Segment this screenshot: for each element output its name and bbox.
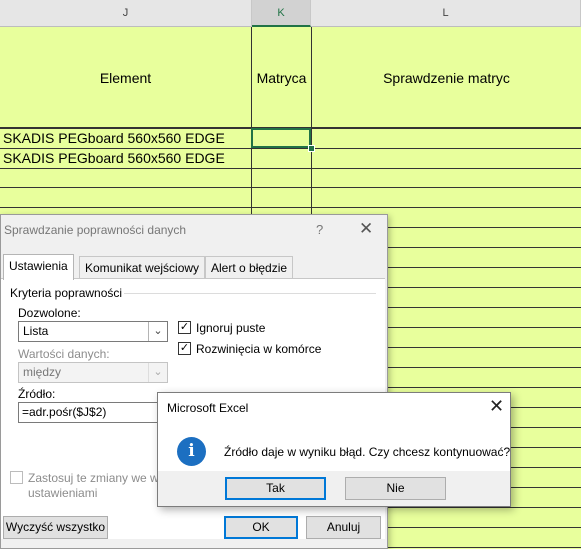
fill-handle[interactable]	[308, 145, 315, 152]
allow-label: Dozwolone:	[18, 306, 81, 320]
column-header-j[interactable]: J	[0, 0, 252, 27]
help-icon[interactable]: ?	[316, 222, 323, 237]
apply-all-label-line2: ustawieniami	[28, 486, 98, 500]
criteria-group-label: Kryteria poprawności	[10, 286, 123, 300]
in-cell-dropdown-label[interactable]: Rozwinięcia w komórce	[196, 342, 321, 356]
tab-settings[interactable]: Ustawienia	[3, 254, 74, 280]
dialog-title: Sprawdzanie poprawności danych	[4, 223, 187, 237]
column-header-k[interactable]: K	[252, 0, 311, 27]
criteria-divider	[124, 293, 376, 294]
source-input[interactable]: =adr.pośr($J$2)	[18, 402, 168, 423]
ignore-blank-checkbox[interactable]: ✓	[178, 321, 191, 334]
cell-j2[interactable]: SKADIS PEGboard 560x560 EDGE	[3, 130, 225, 146]
column-header-l[interactable]: L	[311, 0, 581, 27]
close-icon[interactable]: ✕	[359, 219, 373, 239]
message-text: Źródło daje w wyniku błąd. Czy chcesz ko…	[224, 445, 511, 459]
data-label: Wartości danych:	[18, 347, 110, 361]
cell-j3[interactable]: SKADIS PEGboard 560x560 EDGE	[3, 150, 225, 166]
data-select[interactable]: między ⌄	[18, 362, 168, 383]
allow-select-value: Lista	[23, 324, 49, 338]
cell-header-element[interactable]: Element	[0, 70, 251, 86]
ok-button[interactable]: OK	[224, 516, 298, 539]
chevron-down-icon[interactable]: ⌄	[148, 322, 167, 341]
no-button[interactable]: Nie	[345, 477, 446, 500]
info-icon: i	[177, 437, 206, 466]
cell-header-matryca[interactable]: Matryca	[252, 70, 311, 86]
clear-all-button[interactable]: Wyczyść wszystko	[3, 516, 108, 539]
message-box-footer	[158, 471, 510, 506]
excel-message-box: Microsoft Excel ✕ i Źródło daje w wyniku…	[157, 392, 511, 507]
cancel-button[interactable]: Anuluj	[306, 516, 381, 539]
close-icon[interactable]: ✕	[489, 396, 504, 417]
ignore-blank-label[interactable]: Ignoruj puste	[196, 321, 265, 335]
cell-header-sprawdzenie[interactable]: Sprawdzenie matryc	[312, 70, 581, 86]
message-box-title: Microsoft Excel	[167, 401, 249, 415]
apply-all-label-line1[interactable]: Zastosuj te zmiany we wsz	[28, 471, 171, 485]
data-select-value: między	[23, 365, 62, 379]
yes-button[interactable]: Tak	[225, 477, 326, 500]
allow-select[interactable]: Lista ⌄	[18, 321, 168, 342]
selected-cell-k2[interactable]	[251, 128, 311, 148]
tab-error-alert[interactable]: Alert o błędzie	[205, 256, 294, 279]
in-cell-dropdown-checkbox[interactable]: ✓	[178, 342, 191, 355]
tab-input-message[interactable]: Komunikat wejściowy	[79, 256, 206, 279]
chevron-down-icon[interactable]: ⌄	[148, 363, 167, 382]
source-label: Źródło:	[18, 387, 56, 401]
apply-all-checkbox[interactable]	[10, 471, 23, 484]
